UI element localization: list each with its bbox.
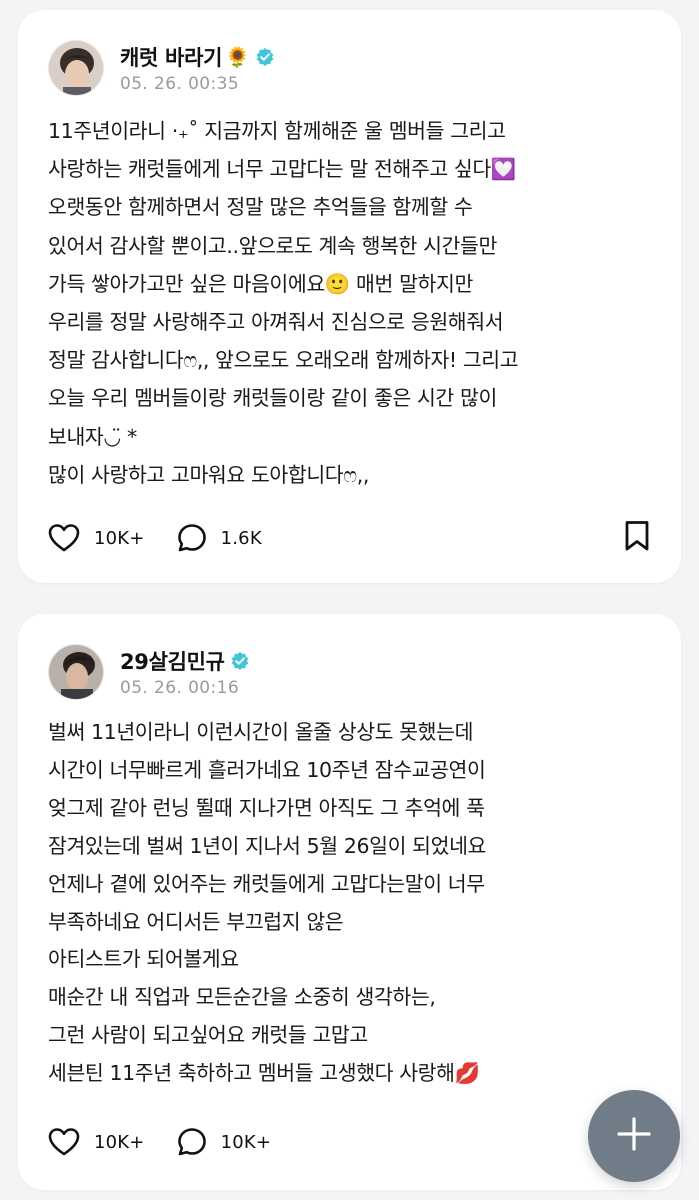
post-card[interactable]: 29살김민규 05. 26. 00:16 벌써 11년이라니 이런시간이 올줄 …: [18, 614, 681, 1190]
sunflower-emoji: 🌻: [225, 45, 251, 69]
bookmark-button[interactable]: [623, 520, 651, 556]
heart-icon: [48, 1127, 80, 1157]
comment-bubble-icon: [177, 1127, 207, 1157]
post-body: 벌써 11년이라니 이런시간이 올줄 상상도 못했는데 시간이 너무빠르게 흘러…: [48, 720, 487, 1086]
heart-icon: [48, 523, 80, 553]
comment-button[interactable]: 1.6K: [177, 523, 262, 553]
post-actions: 10K+ 10K+: [48, 1122, 651, 1162]
post-body: 11주년이라니 ‧₊˚ 지금까지 함께해준 울 멤버들 그리고 사랑하는 캐럿들…: [48, 119, 519, 487]
post-header: 29살김민규 05. 26. 00:16: [48, 642, 250, 702]
bookmark-icon: [623, 521, 651, 556]
like-count: 10K+: [94, 1131, 145, 1153]
avatar[interactable]: [48, 644, 104, 700]
like-button[interactable]: 10K+: [48, 1127, 145, 1157]
like-button[interactable]: 10K+: [48, 523, 145, 553]
post-card[interactable]: 캐럿 바라기 🌻 05. 26. 00:35 11주년이라니 ‧₊˚ 지금까지 …: [18, 10, 681, 583]
avatar[interactable]: [48, 40, 104, 96]
timestamp: 05. 26. 00:35: [120, 74, 240, 94]
author-name[interactable]: 캐럿 바라기: [120, 42, 222, 72]
author-name[interactable]: 29살김민규: [120, 646, 225, 676]
verified-check-icon: [255, 47, 275, 67]
comment-bubble-icon: [177, 523, 207, 553]
comment-count: 1.6K: [220, 527, 262, 549]
feed: 캐럿 바라기 🌻 05. 26. 00:35 11주년이라니 ‧₊˚ 지금까지 …: [0, 0, 699, 1200]
plus-icon: [616, 1116, 652, 1156]
post-header: 캐럿 바라기 🌻 05. 26. 00:35: [48, 38, 275, 98]
compose-fab-button[interactable]: [588, 1090, 680, 1182]
like-count: 10K+: [94, 527, 145, 549]
verified-check-icon: [230, 651, 250, 671]
comment-button[interactable]: 10K+: [177, 1127, 272, 1157]
post-actions: 10K+ 1.6K: [48, 518, 651, 558]
timestamp: 05. 26. 00:16: [120, 678, 240, 698]
comment-count: 10K+: [220, 1131, 272, 1153]
